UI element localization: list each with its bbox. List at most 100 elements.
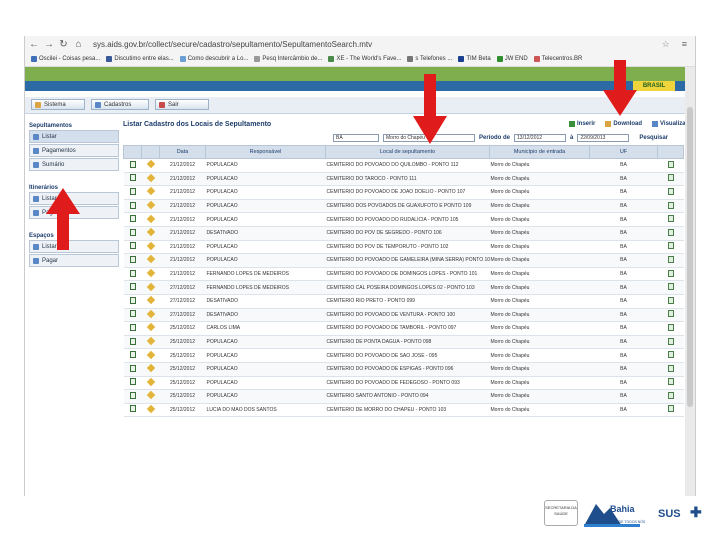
edit-pencil-icon[interactable] — [146, 323, 155, 332]
forward-icon[interactable]: → — [44, 39, 54, 50]
edit-pencil-icon[interactable] — [146, 214, 155, 223]
edit-pencil-icon[interactable] — [146, 391, 155, 400]
view-record-icon[interactable] — [129, 228, 136, 236]
bookmark-item[interactable]: Telecentros.BR — [533, 56, 582, 62]
table-row[interactable]: 25/12/2012 POPULACAO CEMITERIO DO POVOADO … — [123, 376, 684, 391]
page-scrollbar[interactable] — [685, 67, 695, 496]
view-record-icon[interactable] — [129, 364, 136, 372]
open-record-icon[interactable] — [667, 391, 674, 399]
scrollbar-thumb[interactable] — [687, 107, 693, 407]
table-row[interactable]: 25/12/2012 POPULACAO CEMITERIO DE PONTA DA… — [123, 335, 684, 350]
visualize-button[interactable]: Visualizar — [652, 121, 688, 127]
edit-pencil-icon[interactable] — [146, 404, 155, 414]
edit-pencil-icon[interactable] — [146, 255, 155, 264]
column-header[interactable]: Responsável — [205, 145, 326, 159]
reload-icon[interactable]: ↻ — [59, 39, 68, 50]
edit-pencil-icon[interactable] — [146, 377, 155, 387]
open-record-icon[interactable] — [667, 269, 674, 277]
view-record-icon[interactable] — [129, 242, 136, 250]
bookmark-item[interactable]: TIM Beta — [458, 56, 491, 62]
bookmark-star-icon[interactable]: ☆ — [662, 39, 670, 50]
back-icon[interactable]: ← — [29, 39, 39, 50]
bookmark-item[interactable]: XE - The World's Fave... — [328, 56, 401, 62]
view-record-icon[interactable] — [129, 255, 136, 263]
table-row[interactable]: 21/12/2012 POPULACAO CEMITERIO DO TAROCO -… — [123, 172, 684, 187]
open-record-icon[interactable] — [667, 310, 674, 318]
view-record-icon[interactable] — [129, 310, 136, 318]
sidebar-item-pagar[interactable]: Pagar — [29, 254, 119, 267]
open-record-icon[interactable] — [667, 160, 674, 168]
uf-select[interactable]: BA — [333, 134, 379, 142]
edit-pencil-icon[interactable] — [146, 350, 155, 359]
edit-pencil-icon[interactable] — [146, 295, 155, 305]
edit-pencil-icon[interactable] — [146, 228, 155, 237]
search-button[interactable]: Pesquisar — [639, 135, 668, 141]
view-record-icon[interactable] — [129, 201, 136, 209]
edit-pencil-icon[interactable] — [146, 363, 155, 373]
table-row[interactable]: 21/12/2012 POPULACAO CEMITERIO DO POVOADO … — [123, 158, 684, 173]
view-record-icon[interactable] — [129, 215, 136, 223]
sidebar-item-listar[interactable]: Listar — [29, 130, 119, 143]
view-record-icon[interactable] — [129, 174, 136, 182]
open-record-icon[interactable] — [667, 215, 674, 223]
edit-pencil-icon[interactable] — [146, 282, 155, 291]
view-record-icon[interactable] — [129, 378, 136, 386]
open-record-icon[interactable] — [667, 351, 674, 359]
sidebar-item-sumario[interactable]: Sumário — [29, 158, 119, 171]
open-record-icon[interactable] — [667, 296, 674, 304]
bookmark-item[interactable]: Discutimo entre elas... — [106, 56, 174, 62]
table-row[interactable]: 25/12/2012 LUCIA DO MAO DOS SANTOS CEMITER… — [123, 403, 684, 418]
edit-pencil-icon[interactable] — [146, 268, 155, 278]
open-record-icon[interactable] — [667, 228, 674, 236]
open-record-icon[interactable] — [667, 201, 674, 209]
edit-pencil-icon[interactable] — [146, 173, 155, 183]
date-from-input[interactable]: 13/12/2012 — [514, 134, 567, 142]
bookmark-item[interactable]: s Telefones ... — [407, 56, 452, 62]
column-header[interactable]: Município de entrada — [489, 145, 590, 159]
table-row[interactable]: 21/12/2012 POPULACAO CEMITERIO DO POVOADO … — [123, 253, 684, 268]
home-icon[interactable]: ⌂ — [74, 39, 83, 50]
bookmark-item[interactable]: Pesq Intercâmbio de... — [254, 56, 322, 62]
browser-menu-icon[interactable]: ≡ — [682, 39, 687, 49]
bookmark-item[interactable]: JW END — [496, 56, 528, 62]
open-record-icon[interactable] — [667, 337, 674, 345]
edit-pencil-icon[interactable] — [146, 336, 155, 346]
column-header[interactable]: Data — [159, 145, 206, 159]
open-record-icon[interactable] — [667, 242, 674, 250]
table-row[interactable]: 21/12/2012 DESATIVADO CEMITERIO DO POV DE … — [123, 226, 684, 241]
table-row[interactable]: 25/12/2012 POPULACAO CEMITERIO DO POVOADO … — [123, 348, 684, 363]
view-record-icon[interactable] — [129, 337, 136, 345]
edit-pencil-icon[interactable] — [146, 309, 155, 319]
column-header[interactable] — [123, 145, 142, 159]
sidebar-item-pagamentos[interactable]: Pagamentos — [29, 144, 119, 157]
view-record-icon[interactable] — [129, 391, 136, 399]
open-record-icon[interactable] — [667, 187, 674, 195]
bookmark-item[interactable]: Oscilei - Coisas pesa... — [31, 56, 100, 62]
menu-sair[interactable]: Sair — [155, 99, 209, 110]
date-to-input[interactable]: 22/09/2013 — [577, 134, 630, 142]
menu-cadastros[interactable]: Cadastros — [91, 99, 149, 110]
open-record-icon[interactable] — [667, 283, 674, 291]
table-row[interactable]: 25/12/2012 POPULACAO CEMITERIO DO POVOADO … — [123, 362, 684, 377]
view-record-icon[interactable] — [129, 296, 136, 304]
address-bar[interactable]: sys.aids.gov.br/collect/secure/cadastro/… — [93, 40, 372, 49]
view-record-icon[interactable] — [129, 405, 136, 413]
edit-pencil-icon[interactable] — [146, 200, 155, 210]
view-record-icon[interactable] — [129, 351, 136, 359]
table-row[interactable]: 21/12/2012 POPULACAO CEMITERIO DO POVOADO … — [123, 185, 684, 200]
edit-pencil-icon[interactable] — [146, 187, 155, 196]
download-button[interactable]: Download — [605, 121, 642, 127]
open-record-icon[interactable] — [667, 405, 674, 413]
open-record-icon[interactable] — [667, 255, 674, 263]
table-row[interactable]: 21/12/2012 POPULACAO CEMITERIO DO POV DE T… — [123, 240, 684, 255]
edit-pencil-icon[interactable] — [146, 160, 155, 169]
view-record-icon[interactable] — [129, 269, 136, 277]
open-record-icon[interactable] — [667, 323, 674, 331]
open-record-icon[interactable] — [667, 364, 674, 372]
column-header[interactable]: UF — [589, 145, 658, 159]
table-row[interactable]: 27/12/2012 DESATIVADO CEMITERIO RIO PRETO … — [123, 294, 684, 309]
column-header[interactable] — [141, 145, 160, 159]
view-record-icon[interactable] — [129, 323, 136, 331]
bookmark-item[interactable]: Como descubrir a Lo... — [179, 56, 248, 62]
menu-sistema[interactable]: Sistema — [31, 99, 85, 110]
